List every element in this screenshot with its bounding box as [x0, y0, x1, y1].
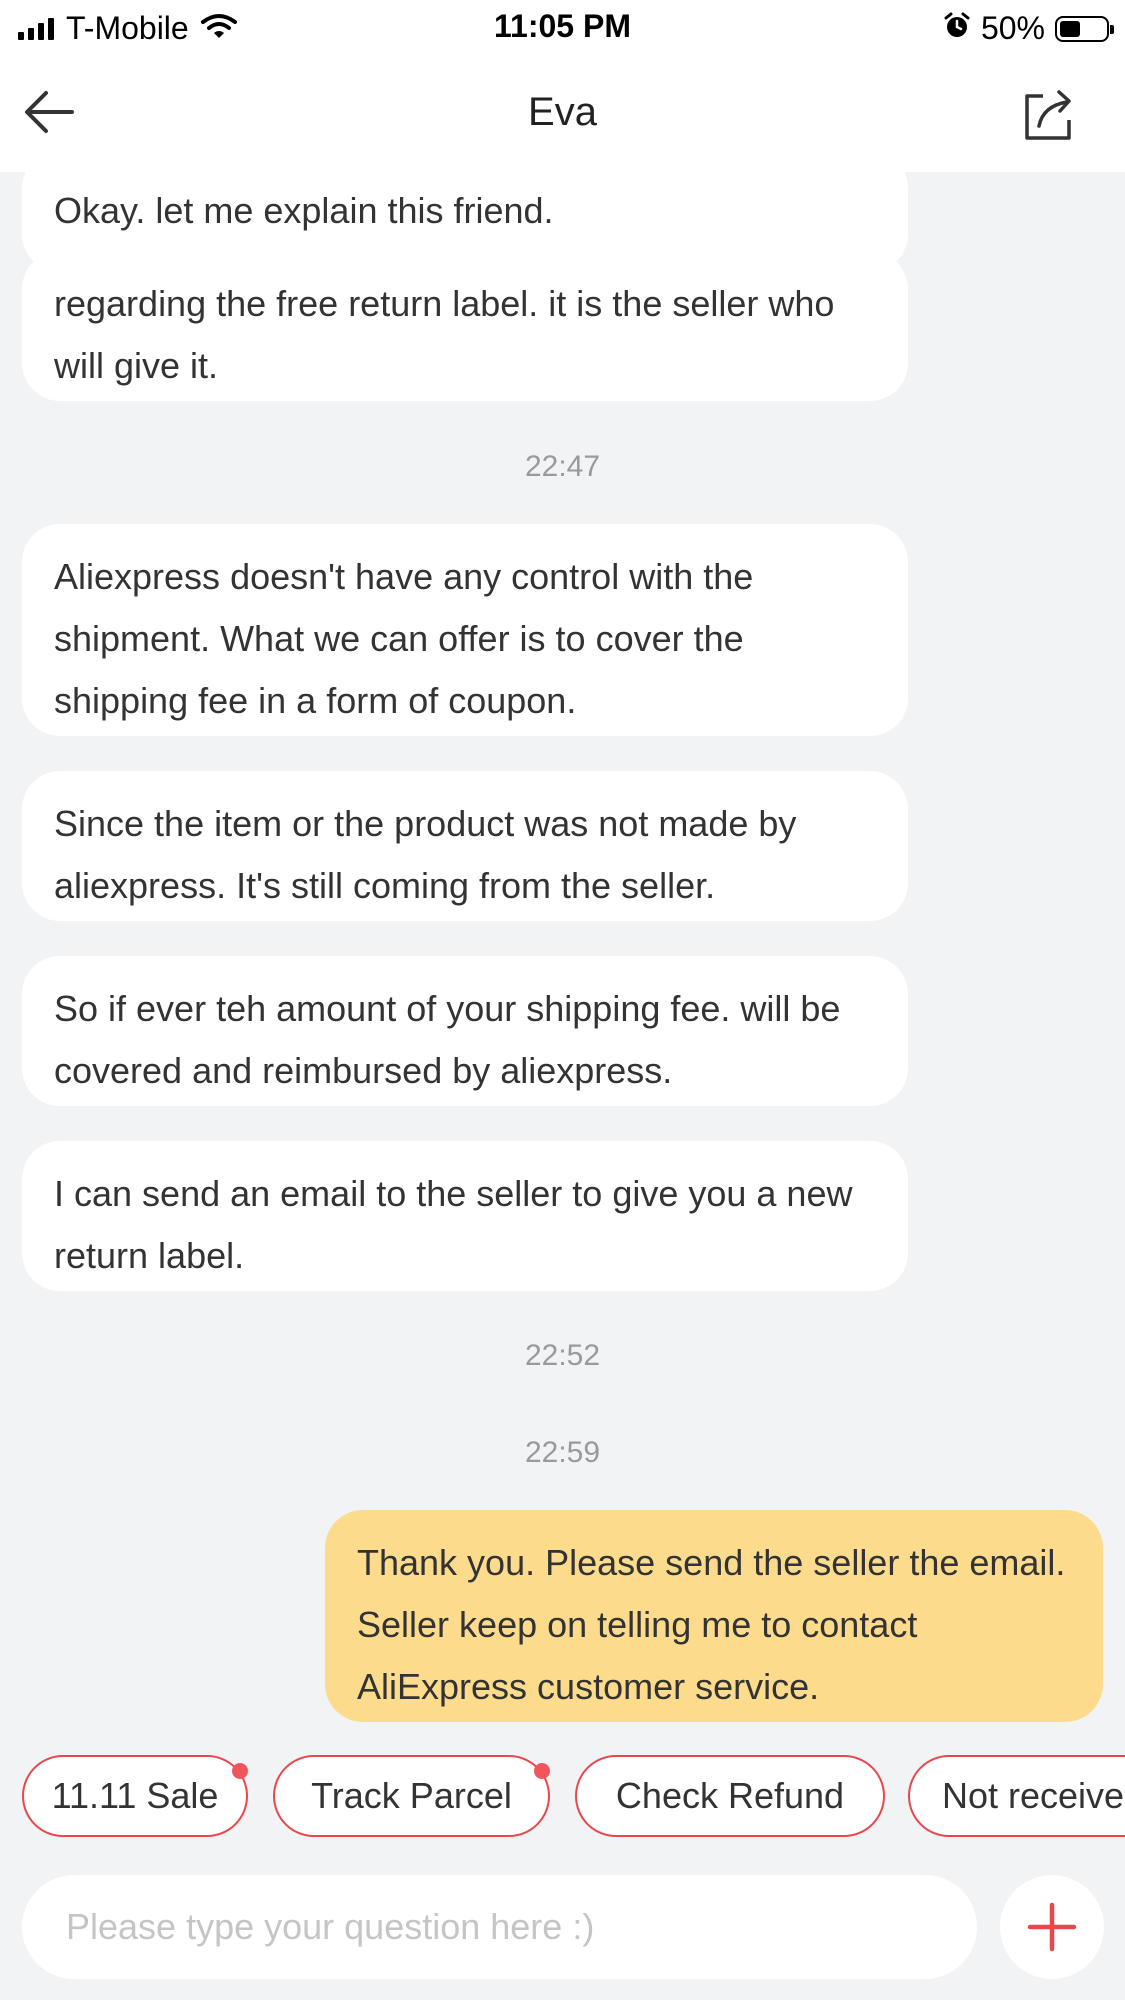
timestamp: 22:52 — [524, 1339, 601, 1372]
message-text: regarding the free return label. it is t… — [54, 283, 835, 386]
message-text: Since the item or the product was not ma… — [54, 803, 797, 906]
battery-percent: 50% — [980, 10, 1045, 46]
agent-message: regarding the free return label. it is t… — [22, 251, 908, 401]
chip-label: Track Parcel — [311, 1775, 512, 1816]
agent-message: Since the item or the product was not ma… — [22, 771, 908, 921]
chip-label: Not received — [942, 1775, 1125, 1816]
share-button[interactable] — [1019, 84, 1079, 144]
timestamp: 22:59 — [524, 1436, 601, 1469]
alarm-icon — [943, 12, 971, 45]
input-placeholder: Please type your question here :) — [66, 1906, 595, 1947]
message-text: Thank you. Please send the seller the em… — [357, 1542, 1066, 1707]
status-bar: T-Mobile 11:05 PM 50% — [0, 0, 1125, 56]
chip-label: Check Refund — [615, 1775, 845, 1816]
user-message: Thank you. Please send the seller the em… — [325, 1510, 1103, 1722]
question-input[interactable]: Please type your question here :) — [22, 1875, 977, 1979]
quick-reply-row: 11.11 Sale Track Parcel Check Refund Not… — [0, 1755, 1125, 1845]
add-button[interactable] — [1000, 1875, 1104, 1979]
quick-reply-check-refund[interactable]: Check Refund — [575, 1755, 885, 1837]
message-text: I can send an email to the seller to giv… — [54, 1173, 853, 1276]
share-icon — [1025, 90, 1071, 140]
timestamp: 22:47 — [524, 450, 601, 483]
page-title: Eva — [528, 90, 597, 134]
chat-area: Okay. let me explain this friend. regard… — [0, 100, 1125, 1750]
message-text: Aliexpress doesn't have any control with… — [54, 556, 754, 721]
quick-reply-not-received[interactable]: Not received — [908, 1755, 1125, 1837]
chip-label: 11.11 Sale — [51, 1775, 219, 1816]
battery-icon — [1055, 15, 1114, 42]
agent-message: Aliexpress doesn't have any control with… — [22, 524, 908, 736]
quick-reply-sale[interactable]: 11.11 Sale — [22, 1755, 248, 1837]
nav-bar: Eva — [0, 56, 1125, 172]
message-text: So if ever teh amount of your shipping f… — [54, 988, 841, 1091]
plus-icon — [1027, 1902, 1077, 1952]
agent-message: I can send an email to the seller to giv… — [22, 1141, 908, 1291]
message-text: Okay. let me explain this friend. — [54, 190, 554, 231]
notification-dot — [534, 1763, 550, 1779]
quick-reply-track-parcel[interactable]: Track Parcel — [273, 1755, 550, 1837]
notification-dot — [232, 1763, 248, 1779]
agent-message: So if ever teh amount of your shipping f… — [22, 956, 908, 1106]
